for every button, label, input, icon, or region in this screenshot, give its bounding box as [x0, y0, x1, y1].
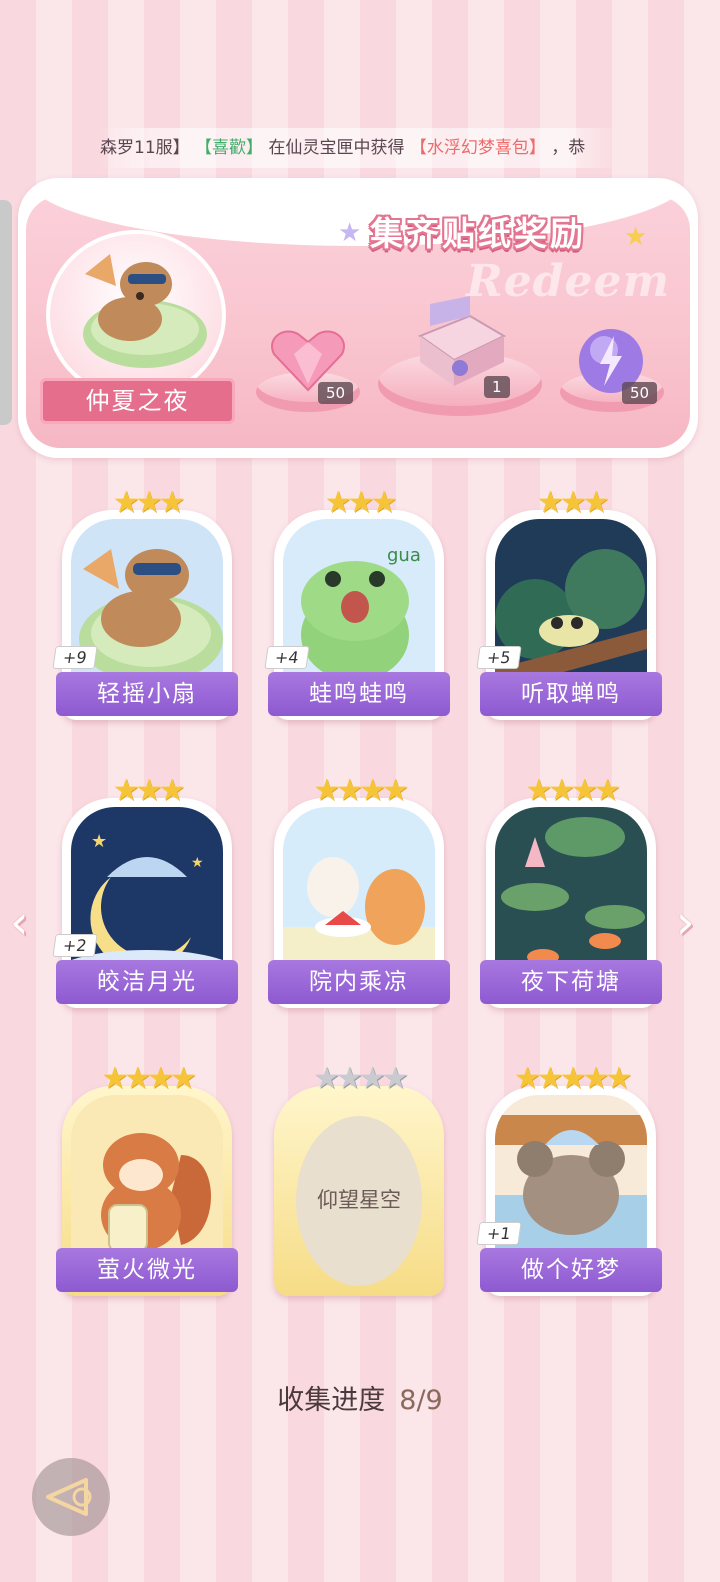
sticker-card[interactable]: ★★★ +5 听取蝉鸣 [476, 485, 662, 720]
reward-panel-title: 集齐贴纸奖励 [370, 214, 586, 253]
back-arrow-icon [46, 1478, 92, 1516]
svg-text:★: ★ [91, 831, 107, 852]
sparkle-icon: ★ [624, 222, 648, 252]
reward-count: 50 [622, 382, 658, 404]
sticker-name: 蛙鸣蛙鸣 [268, 672, 450, 716]
sticker-name: 院内乘凉 [268, 960, 450, 1004]
sticker-name: 萤火微光 [56, 1248, 238, 1292]
duplicate-count-badge: +4 [264, 646, 310, 669]
ticker-action: 在仙灵宝匣中获得 [268, 138, 405, 158]
sticker-card[interactable]: ★★★★ 夜下荷塘 [480, 773, 662, 1008]
badge-capybara-icon[interactable] [46, 230, 226, 400]
star-rating: ★★★★ [101, 1061, 197, 1096]
duplicate-count-badge: +9 [52, 646, 98, 669]
prev-page-arrow-icon[interactable]: ‹ [10, 895, 28, 949]
announcement-ticker: 森罗11服】 【喜歡】 在仙灵宝匣中获得 【水浮幻梦喜包】 ，恭 [100, 128, 620, 168]
star-rating: ★★★★ [313, 1061, 409, 1096]
sticker-card[interactable]: ★★★★★ +1 做个好梦 [476, 1061, 662, 1296]
sticker-card[interactable]: ★★★★ 萤火微光 [56, 1061, 238, 1296]
star-rating: ★★★ [324, 485, 398, 520]
ticker-tail: ，恭 [551, 138, 586, 158]
ticker-player: 【喜歡】 [195, 138, 264, 158]
star-rating: ★★★★★ [513, 1061, 632, 1096]
squirrel-firefly-icon [71, 1095, 223, 1267]
duplicate-count-badge: +1 [476, 1222, 522, 1245]
sticker-card[interactable]: gua ★★★ +4 蛙鸣蛙鸣 [264, 485, 450, 720]
ticker-item: 【水浮幻梦喜包】 [409, 138, 546, 158]
sticker-name: 轻摇小扇 [56, 672, 238, 716]
lotus-pond-icon [495, 807, 647, 979]
reward-count: 1 [484, 376, 510, 398]
star-rating: ★★★ [112, 485, 186, 520]
star-rating: ★★★★ [313, 773, 409, 808]
badge-name-ribbon: 仲夏之夜 [40, 378, 235, 424]
cats-watermelon-icon [283, 807, 435, 979]
sticker-card-locked[interactable]: 仰望星空 ★★★★ [274, 1061, 444, 1296]
svg-text:★: ★ [191, 855, 204, 871]
back-button[interactable] [32, 1458, 110, 1536]
progress-label: 收集进度 [277, 1385, 386, 1416]
duplicate-count-badge: +2 [52, 934, 98, 957]
sparkle-icon: ★ [338, 218, 362, 248]
sticker-card[interactable]: ★★★★ 院内乘凉 [268, 773, 450, 1008]
sticker-name: 听取蝉鸣 [480, 672, 662, 716]
reward-count: 50 [318, 382, 354, 404]
sticker-name: 夜下荷塘 [480, 960, 662, 1004]
svg-text:gua: gua [387, 545, 421, 566]
star-rating: ★★★★ [525, 773, 621, 808]
star-rating: ★★★ [112, 773, 186, 808]
sticker-name: 皎洁月光 [56, 960, 238, 1004]
sticker-card[interactable]: ★★★ +9 轻摇小扇 [52, 485, 238, 720]
star-rating: ★★★ [536, 485, 610, 520]
sticker-name: 做个好梦 [480, 1248, 662, 1292]
next-page-arrow-icon[interactable]: › [676, 895, 694, 949]
duplicate-count-badge: +5 [476, 646, 522, 669]
ticker-server: 森罗11服】 [100, 138, 190, 158]
collection-progress: 收集进度 8/9 [0, 1378, 720, 1417]
locked-sticker-name: 仰望星空 [317, 1188, 401, 1212]
side-handle[interactable] [0, 200, 12, 425]
progress-value: 8/9 [399, 1385, 443, 1416]
sticker-card[interactable]: ★ ★ ★ ★★★ +2 皎洁月光 [52, 773, 238, 1008]
